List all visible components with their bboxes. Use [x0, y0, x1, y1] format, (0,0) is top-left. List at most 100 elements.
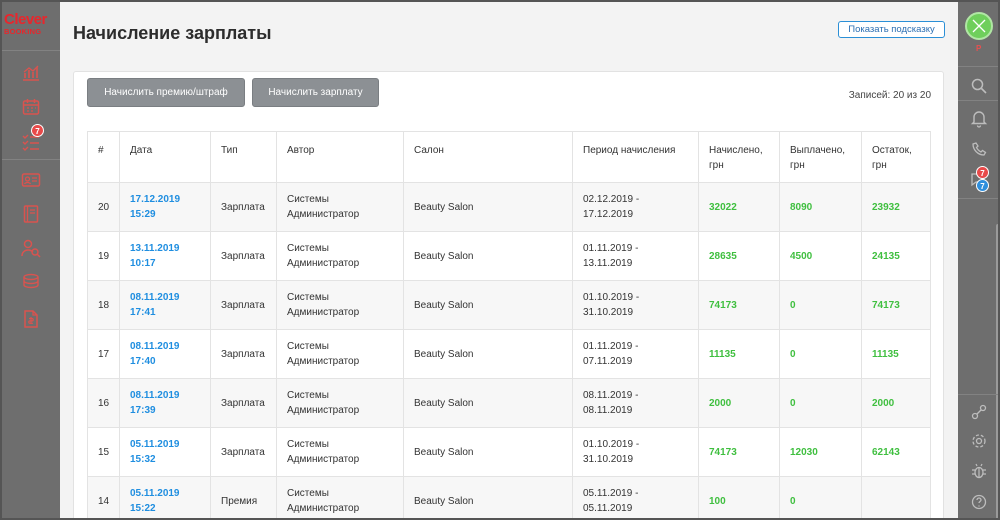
date-text: 17.12.2019	[130, 194, 181, 205]
accrued-amount: 100	[709, 495, 726, 507]
balance-amount: 24135	[872, 250, 900, 262]
author-line-2: Администратор	[287, 503, 360, 514]
col-header-period[interactable]: Период начисления	[572, 131, 699, 183]
row-number: 15	[98, 446, 110, 458]
help-icon	[971, 494, 987, 510]
add-bonus-button[interactable]: Начислить премию/штраф	[87, 78, 245, 107]
cell-balance: 74173	[861, 280, 931, 330]
cell-salon: Beauty Salon	[403, 182, 573, 232]
nav-staff[interactable]	[20, 237, 42, 259]
nav-salary[interactable]	[20, 308, 42, 330]
cell-accrued: 74173	[698, 427, 780, 477]
date-link[interactable]: 08.11.2019 17:40	[130, 341, 180, 367]
cell-date: 08.11.2019 17:40	[119, 329, 211, 379]
nav-journal[interactable]	[20, 203, 42, 225]
col-header-num[interactable]: #	[87, 131, 120, 183]
cell-num: 20	[87, 182, 120, 232]
accrued-amount: 11135	[709, 348, 736, 360]
scrollbar-thumb[interactable]	[996, 224, 998, 518]
avatar[interactable]	[965, 12, 993, 40]
sidebar-divider	[958, 100, 998, 101]
help-button[interactable]	[969, 492, 989, 512]
row-number: 20	[98, 201, 110, 213]
id-card-icon	[21, 173, 41, 187]
type-text: Премия	[221, 495, 258, 507]
date-link[interactable]: 13.11.2019 10:17	[130, 243, 180, 269]
author-line-1: Системы	[287, 341, 329, 352]
report-bug-button[interactable]	[969, 461, 989, 481]
table-row: 17 08.11.2019 17:40 Зарплата Системы Админист…	[87, 329, 931, 379]
period-end: 05.11.2019	[583, 503, 633, 514]
page-title: Начисление зарплаты	[73, 23, 272, 43]
col-header-author[interactable]: Автор	[276, 131, 404, 183]
logo[interactable]: Clever BOOKING	[4, 12, 60, 36]
author-line-2: Администратор	[287, 209, 360, 220]
time-text: 17:40	[130, 356, 156, 367]
time-text: 10:17	[130, 258, 156, 269]
chat-button[interactable]: 7 7	[969, 166, 989, 192]
search-button[interactable]	[969, 76, 989, 96]
date-link[interactable]: 05.11.2019 15:22	[130, 488, 180, 514]
col-header-salon[interactable]: Салон	[403, 131, 573, 183]
nav-clients[interactable]	[20, 169, 42, 191]
period-end: 13.11.2019	[583, 258, 633, 269]
salary-card: Начислить премию/штраф Начислить зарплат…	[73, 71, 944, 518]
user-search-icon	[21, 239, 41, 258]
date-link[interactable]: 05.11.2019 15:32	[130, 439, 180, 465]
cell-period: 05.11.2019 - 05.11.2019	[572, 476, 699, 518]
col-header-date[interactable]: Дата	[119, 131, 211, 183]
cell-accrued: 2000	[698, 378, 780, 428]
date-link[interactable]: 08.11.2019 17:41	[130, 292, 180, 318]
nav-tasks[interactable]: 7	[20, 124, 44, 152]
cell-type: Зарплата	[210, 182, 277, 232]
paid-amount: 0	[790, 348, 796, 360]
cell-author: Системы Администратор	[276, 329, 404, 379]
nav-analytics[interactable]	[20, 62, 42, 84]
calls-button[interactable]	[969, 139, 989, 159]
period-start: 01.11.2019 -	[583, 341, 639, 352]
author-line-2: Администратор	[287, 356, 360, 367]
cell-period: 02.12.2019 - 17.12.2019	[572, 182, 699, 232]
period-start: 01.11.2019 -	[583, 243, 639, 254]
phone-icon	[972, 142, 987, 156]
table-row: 16 08.11.2019 17:39 Зарплата Системы Админист…	[87, 378, 931, 428]
nav-calendar[interactable]	[20, 96, 42, 118]
coins-icon	[23, 273, 39, 289]
balance-amount: 23932	[872, 201, 900, 213]
cell-period: 01.11.2019 - 07.11.2019	[572, 329, 699, 379]
chart-icon	[23, 65, 39, 81]
date-text: 08.11.2019	[130, 341, 180, 352]
date-text: 05.11.2019	[130, 488, 180, 499]
col-header-paid[interactable]: Выплачено, грн	[779, 131, 862, 183]
cell-balance: 24135	[861, 231, 931, 281]
sidebar-divider	[2, 159, 60, 160]
show-hint-button[interactable]: Показать подсказку	[838, 21, 945, 38]
cell-salon: Beauty Salon	[403, 329, 573, 379]
salon-text: Beauty Salon	[414, 397, 474, 409]
col-header-balance[interactable]: Остаток, грн	[861, 131, 931, 183]
col-header-type[interactable]: Тип	[210, 131, 277, 183]
cell-accrued: 74173	[698, 280, 780, 330]
settings-button[interactable]	[969, 431, 989, 451]
cell-period: 01.11.2019 - 13.11.2019	[572, 231, 699, 281]
date-link[interactable]: 08.11.2019 17:39	[130, 390, 180, 416]
cell-date: 08.11.2019 17:39	[119, 378, 211, 428]
date-link[interactable]: 17.12.2019 15:29	[130, 194, 180, 220]
cell-paid: 4500	[779, 231, 862, 281]
bell-icon	[970, 111, 988, 128]
nav-finance[interactable]	[20, 271, 42, 293]
col-header-accrued[interactable]: Начислено, грн	[698, 131, 780, 183]
right-sidebar: P 7 7	[958, 2, 998, 518]
cell-accrued: 32022	[698, 182, 780, 232]
period-end: 07.11.2019	[583, 356, 633, 367]
integrations-button[interactable]	[969, 402, 989, 422]
table-row: 15 05.11.2019 15:32 Зарплата Системы Админист…	[87, 427, 931, 477]
row-number: 17	[98, 348, 110, 360]
add-salary-button[interactable]: Начислить зарплату	[252, 78, 379, 107]
search-icon	[971, 78, 987, 94]
notifications-button[interactable]	[969, 108, 989, 128]
period-start: 01.10.2019 -	[583, 292, 640, 303]
date-text: 13.11.2019	[130, 243, 180, 254]
sidebar-divider	[2, 50, 60, 51]
chat-badge-red: 7	[976, 166, 989, 179]
